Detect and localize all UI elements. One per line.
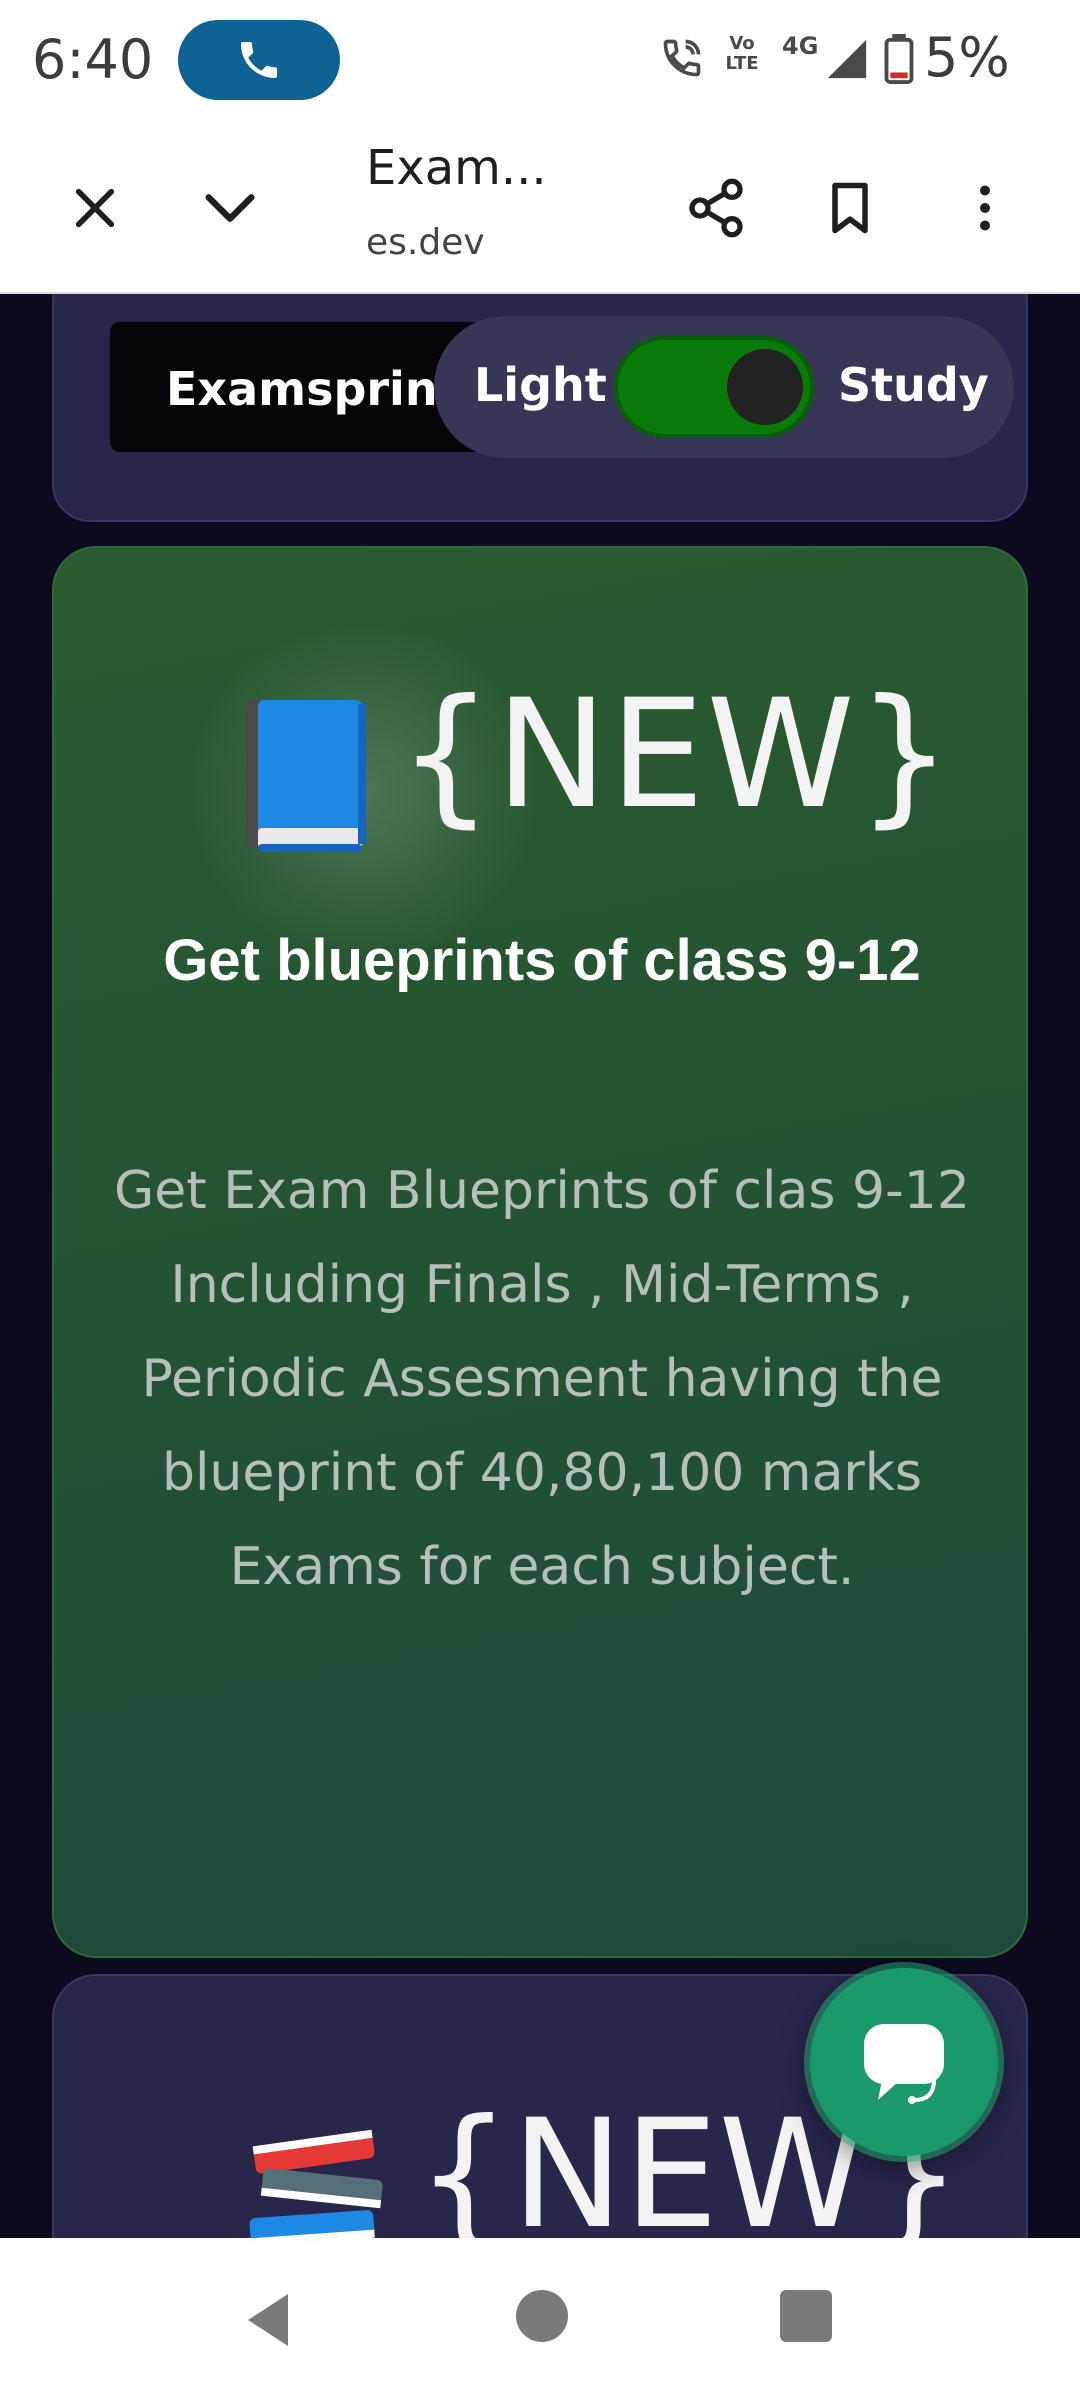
ongoing-call-pill[interactable] (178, 20, 340, 100)
card-heading: {NEW} (54, 668, 1026, 852)
chat-support-icon (864, 2024, 944, 2104)
status-bar: 6:40 Vo LTE 4G 5% (0, 0, 1080, 122)
new-badge: {NEW} (398, 668, 955, 842)
blue-book-icon (246, 700, 366, 852)
more-vert-icon (980, 185, 990, 231)
bookmark-icon (832, 182, 868, 234)
header-card: Examsprint AI Light Study (52, 294, 1028, 522)
page-url: es.dev (366, 222, 485, 263)
theme-toggle[interactable] (614, 336, 814, 438)
signal-icon (827, 39, 867, 79)
page-title: Exam... (366, 140, 547, 196)
toggle-knob (727, 349, 803, 425)
page-content: Examsprint AI Light Study {NEW} Get blue… (0, 294, 1080, 2238)
theme-label-study: Study (838, 358, 989, 412)
network-type: 4G (782, 32, 819, 60)
share-icon (689, 178, 743, 238)
share-button[interactable] (676, 168, 756, 248)
battery-icon (884, 34, 914, 84)
chevron-down-icon (205, 194, 255, 222)
close-icon (75, 188, 115, 228)
card-title: Get blueprints of class 9-12 (163, 928, 921, 993)
system-nav-bar (0, 2238, 1080, 2400)
feature-card[interactable]: {NEW} Get blueprints of class 9-12 Get E… (52, 546, 1028, 1958)
back-icon[interactable] (240, 2290, 296, 2350)
theme-label-light: Light (474, 358, 607, 412)
wifi-calling-icon (663, 39, 701, 77)
theme-switch: Light Study (434, 316, 1014, 458)
chat-button[interactable] (810, 1968, 998, 2156)
home-icon[interactable] (516, 2290, 568, 2342)
custom-tab-toolbar: Exam... es.dev (0, 122, 1080, 294)
volte-indicator: Vo LTE (725, 33, 759, 74)
recents-icon[interactable] (780, 2290, 832, 2342)
more-options-button[interactable] (945, 168, 1025, 248)
bookmark-button[interactable] (810, 168, 890, 248)
close-button[interactable] (55, 168, 135, 248)
status-time: 6:40 (32, 28, 154, 91)
minimize-button[interactable] (190, 168, 270, 248)
phone-icon (241, 42, 277, 78)
books-stack-icon (249, 2129, 383, 2238)
card-description: Get Exam Blueprints of clas 9-12 Includi… (114, 1161, 970, 1597)
battery-percent: 5% (924, 26, 1010, 89)
